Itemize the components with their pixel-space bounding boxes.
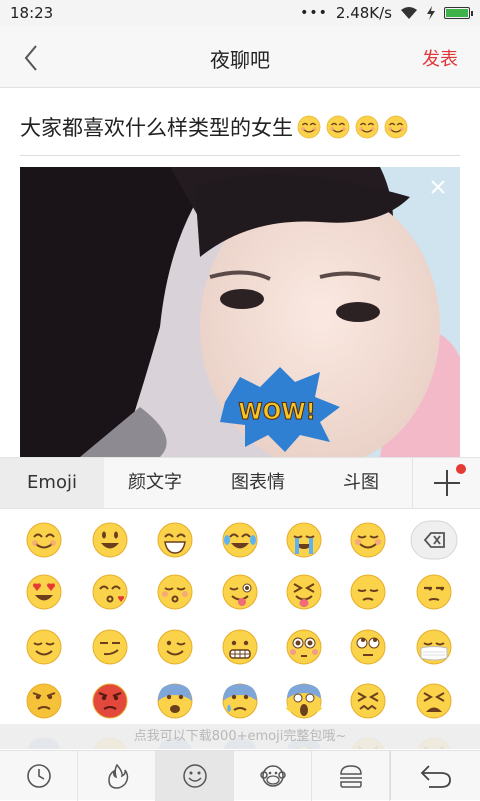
angry-icon [24, 681, 64, 721]
emoji-key-mask[interactable] [414, 627, 454, 667]
fire-icon [103, 762, 131, 790]
status-time: 18:23 [10, 4, 53, 22]
emoji-key-big-grin[interactable] [155, 520, 195, 560]
emoji-key-heart-eyes[interactable] [24, 572, 64, 612]
nav-bar: 夜聊吧 发表 [0, 26, 480, 88]
smile-icon [24, 520, 64, 560]
grin-icon [90, 520, 130, 560]
emoji-key-wink[interactable] [155, 627, 195, 667]
emoji-key-smile[interactable] [24, 520, 64, 560]
grimace-icon [220, 627, 260, 667]
emoji-key-blush[interactable] [348, 520, 388, 560]
emoji-key-unamused[interactable] [414, 572, 454, 612]
confounded-icon [348, 681, 388, 721]
fearful-icon [155, 681, 195, 721]
emoji-key-eye-roll[interactable] [348, 627, 388, 667]
kiss-closed-icon [155, 572, 195, 612]
smiley-icon [181, 762, 209, 790]
more-notifications-icon: ••• [300, 5, 328, 21]
laugh-cry-icon [220, 520, 260, 560]
category-animals[interactable] [234, 751, 312, 801]
scream-icon [284, 681, 324, 721]
category-smileys[interactable] [156, 751, 234, 801]
tired-icon [414, 681, 454, 721]
recent-icon [25, 762, 53, 790]
tab-emoji[interactable]: Emoji [0, 458, 104, 508]
emoji-key-pensive[interactable] [348, 572, 388, 612]
emoji-key-grin[interactable] [90, 520, 130, 560]
battery-icon [444, 7, 470, 19]
emoji-key-scream[interactable] [284, 681, 324, 721]
wink-icon [155, 627, 195, 667]
heart-eyes-icon [24, 572, 64, 612]
emoji-key-wink-tongue[interactable] [220, 572, 260, 612]
title-emojis [293, 116, 409, 140]
status-indicators: ••• 2.48K/s [300, 4, 470, 22]
burger-icon [337, 762, 365, 790]
kiss-heart-icon [90, 572, 130, 612]
title-emoji-3-icon [354, 114, 380, 140]
relieved-icon [24, 627, 64, 667]
emoji-key-confounded[interactable] [348, 681, 388, 721]
post-title-field[interactable]: 大家都喜欢什么样类型的女生 [20, 112, 460, 156]
network-speed: 2.48K/s [336, 4, 392, 22]
title-emoji-4-icon [383, 114, 409, 140]
smirk-icon [90, 627, 130, 667]
mask-icon [414, 627, 454, 667]
emoji-key-tired[interactable] [414, 681, 454, 721]
cold-sweat-icon [220, 681, 260, 721]
emoji-key-cold-sweat[interactable] [220, 681, 260, 721]
undo-button[interactable] [390, 751, 480, 800]
loud-cry-icon [284, 520, 324, 560]
publish-button[interactable]: 发表 [422, 45, 458, 71]
emoji-key-kiss-closed[interactable] [155, 572, 195, 612]
wifi-icon [400, 6, 418, 20]
wink-tongue-icon [220, 572, 260, 612]
new-badge [456, 464, 466, 474]
add-emoji-pack-button[interactable] [412, 458, 480, 508]
emoji-key-rage[interactable] [90, 681, 130, 721]
emoji-key-grimace[interactable] [220, 627, 260, 667]
emoji-grid: 点我可以下载800+emoji完整包哦~ [0, 509, 480, 749]
emoji-key-relieved[interactable] [24, 627, 64, 667]
emoji-keyboard-tabs: Emoji 颜文字 图表情 斗图 [0, 457, 480, 509]
backspace-key[interactable] [410, 520, 458, 560]
eye-roll-icon [348, 627, 388, 667]
tab-meme[interactable]: 斗图 [310, 458, 412, 508]
emoji-key-kiss-heart[interactable] [90, 572, 130, 612]
blush-icon [348, 520, 388, 560]
emoji-key-flushed[interactable] [284, 627, 324, 667]
title-emoji-2-icon [325, 114, 351, 140]
title-emoji-1-icon [296, 114, 322, 140]
emoji-key-angry[interactable] [24, 681, 64, 721]
remove-photo-button[interactable] [428, 177, 448, 197]
attached-photo: WOW! [20, 167, 460, 457]
emoji-key-smirk[interactable] [90, 627, 130, 667]
page-title: 夜聊吧 [0, 44, 480, 73]
category-food[interactable] [312, 751, 390, 801]
svg-text:WOW!: WOW! [238, 400, 315, 425]
monkey-icon [259, 762, 287, 790]
squint-tongue-icon [284, 572, 324, 612]
portrait-image: WOW! [20, 167, 460, 457]
big-grin-icon [155, 520, 195, 560]
tab-kaomoji[interactable]: 颜文字 [104, 458, 206, 508]
category-recent[interactable] [0, 751, 78, 801]
tab-stickers[interactable]: 图表情 [206, 458, 310, 508]
undo-icon [419, 762, 453, 790]
status-bar: 18:23 ••• 2.48K/s [0, 0, 480, 26]
pensive-icon [348, 572, 388, 612]
emoji-key-fearful[interactable] [155, 681, 195, 721]
unamused-icon [414, 572, 454, 612]
emoji-key-loud-cry[interactable] [284, 520, 324, 560]
post-title-text: 大家都喜欢什么样类型的女生 [20, 116, 293, 140]
flushed-icon [284, 627, 324, 667]
download-hint-banner[interactable]: 点我可以下载800+emoji完整包哦~ [0, 724, 480, 749]
emoji-key-squint-tongue[interactable] [284, 572, 324, 612]
emoji-key-laugh-cry[interactable] [220, 520, 260, 560]
emoji-category-bar [0, 750, 480, 800]
category-popular[interactable] [78, 751, 156, 801]
rage-icon [90, 681, 130, 721]
charging-icon [426, 6, 436, 20]
